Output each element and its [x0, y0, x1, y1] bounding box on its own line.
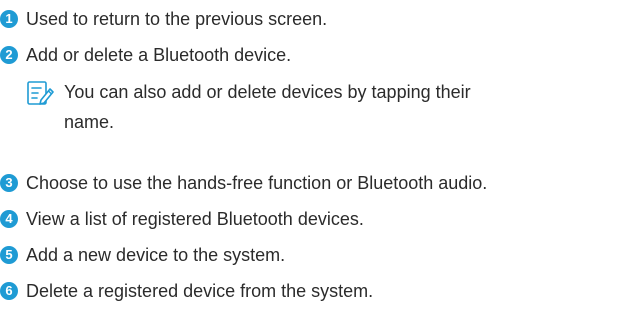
item-text: Choose to use the hands-free function or…	[26, 173, 488, 193]
number-badge: 6	[0, 282, 18, 300]
note-text: You can also add or delete devices by ta…	[64, 82, 471, 132]
number-badge: 5	[0, 246, 18, 264]
item-5: 5 Add a new device to the system.	[0, 240, 285, 270]
item-text: Delete a registered device from the syst…	[26, 281, 374, 301]
item-2: 2 Add or delete a Bluetooth device.	[0, 40, 291, 70]
note: You can also add or delete devices by ta…	[26, 77, 484, 137]
item-1: 1 Used to return to the previous screen.	[0, 4, 327, 34]
item-4: 4 View a list of registered Bluetooth de…	[0, 204, 364, 234]
number-badge: 2	[0, 46, 18, 64]
number-badge: 4	[0, 210, 18, 228]
item-text: Add a new device to the system.	[26, 245, 286, 265]
item-6: 6 Delete a registered device from the sy…	[0, 276, 373, 306]
item-text: View a list of registered Bluetooth devi…	[26, 209, 364, 229]
item-text: Add or delete a Bluetooth device.	[26, 45, 292, 65]
number-badge: 3	[0, 174, 18, 192]
note-icon	[27, 81, 54, 105]
number-badge: 1	[0, 10, 18, 28]
item-text: Used to return to the previous screen.	[26, 9, 328, 29]
item-3: 3 Choose to use the hands-free function …	[0, 168, 487, 198]
